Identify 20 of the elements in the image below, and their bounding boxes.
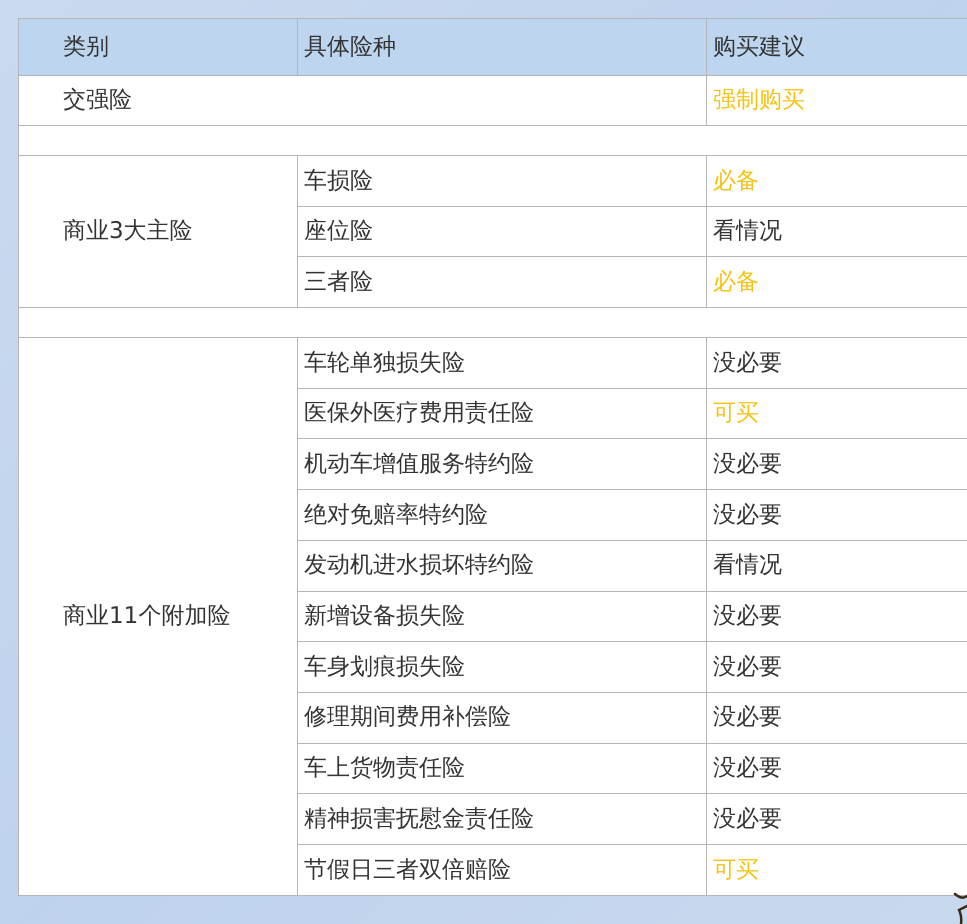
insurance-name-cell: 修理期间费用补偿险 xyxy=(298,692,706,744)
insurance-name-cell: 精神损害抚慰金责任险 xyxy=(298,794,706,844)
category-cell: 交强险 xyxy=(18,76,706,126)
insurance-name-cell: 车轮单独损失险 xyxy=(298,338,706,388)
insurance-name-cell: 医保外医疗费用责任险 xyxy=(298,388,706,439)
column-header: 购买建议 xyxy=(706,18,967,76)
insurance-name-cell: 车上货物责任险 xyxy=(298,743,706,794)
insurance-name-cell: 座位险 xyxy=(298,206,706,257)
insurance-name-cell: 车身划痕损失险 xyxy=(298,642,706,692)
insurance-name-cell: 发动机进水损坏特约险 xyxy=(298,540,706,591)
insurance-name-cell: 新增设备损失险 xyxy=(298,591,706,642)
column-header: 类别 xyxy=(18,18,298,76)
category-cell: 商业3大主险 xyxy=(18,156,298,308)
insurance-name-cell: 机动车增值服务特约险 xyxy=(298,438,706,490)
column-header: 具体险种 xyxy=(298,18,706,76)
category-cell: 商业11个附加险 xyxy=(18,338,298,896)
insurance-name-cell: 三者险 xyxy=(298,256,706,308)
insurance-name-cell: 节假日三者双倍赔险 xyxy=(298,844,706,896)
insurance-name-cell: 绝对免赔率特约险 xyxy=(298,490,706,540)
insurance-name-cell: 车损险 xyxy=(298,156,706,206)
